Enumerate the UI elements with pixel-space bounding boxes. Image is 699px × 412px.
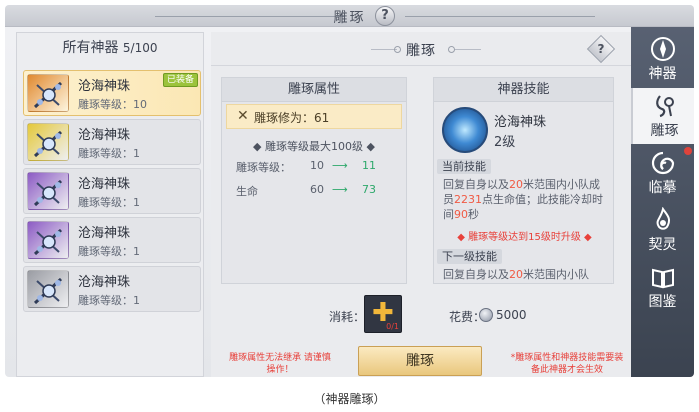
skill-card: 神器技能 沧海神珠 2级 当前技能 回复自身以及20米范围内小队成员2231点生…: [433, 77, 614, 284]
current-skill-label: 当前技能: [437, 159, 491, 174]
carve-icon: [652, 93, 678, 119]
artifact-name: 沧海神珠: [78, 226, 131, 241]
attribute-row-level: 雕琢等级： 10 ⟶ 11: [236, 159, 401, 175]
crossed-swords-icon: ✕: [237, 108, 249, 124]
current-skill-description: 回复自身以及20米范围内小队成员2231点生命值；此技能冷却时间90秒: [443, 178, 603, 221]
nav-tab[interactable]: 雕琢: [631, 88, 694, 144]
artifact-level: 雕琢等级：1: [78, 147, 140, 160]
warning-note-right: *雕琢属性和神器技能需要装备此神器才会生效: [510, 353, 624, 375]
nav-tab[interactable]: 临摹: [631, 145, 694, 201]
carve-button[interactable]: 雕琢: [358, 346, 482, 376]
book-icon: [650, 264, 676, 290]
warning-note-left: 雕琢属性无法继承 请谨慎操作！: [229, 353, 331, 375]
increase-arrow-icon: ⟶: [332, 183, 348, 196]
pearl-staff-icon: [33, 277, 63, 305]
silver-coin-icon: [479, 308, 493, 322]
cost-label: 消耗：: [329, 310, 366, 324]
pearl-staff-icon: [33, 130, 63, 158]
title-bar: 雕琢 ?: [5, 5, 694, 27]
increase-arrow-icon: ⟶: [332, 159, 348, 172]
artifact-list-item[interactable]: 沧海神珠雕琢等级：1: [23, 168, 201, 214]
artifact-thumbnail: [27, 74, 69, 112]
attribute-current-value: 60: [310, 183, 324, 196]
carve-panel-header: 雕琢 ?: [211, 32, 631, 66]
artifact-name: 沧海神珠: [78, 128, 131, 143]
artifact-level: 雕琢等级：1: [78, 294, 140, 307]
artifact-thumbnail: [27, 123, 69, 161]
artifact-icon: [650, 36, 676, 62]
nav-tab-label: 临摹: [648, 180, 677, 196]
artifact-level: 雕琢等级：1: [78, 245, 140, 258]
artifact-name: 沧海神珠: [78, 177, 131, 192]
skill-card-title: 神器技能: [434, 78, 613, 102]
attribute-next-value: 73: [362, 183, 376, 196]
side-nav: 神器雕琢临摹契灵图鉴: [631, 27, 694, 377]
nav-tab-label: 雕琢: [650, 123, 679, 139]
nav-tab-label: 神器: [648, 66, 677, 82]
carve-panel: 雕琢 ? 雕琢属性 ✕ 雕琢修为：61 ◆ 雕琢等级最大100级 ◆ 雕琢等级：…: [211, 32, 631, 377]
nav-tab-label: 契灵: [648, 237, 677, 253]
cultivation-row: ✕ 雕琢修为：61: [226, 104, 402, 129]
artifact-thumbnail: [27, 270, 69, 308]
artifact-level: 雕琢等级：10: [78, 98, 147, 111]
copy-swirl-icon: [650, 150, 676, 176]
artifact-level: 雕琢等级：1: [78, 196, 140, 209]
pearl-staff-icon: [33, 179, 63, 207]
equipped-badge: 已装备: [162, 73, 198, 87]
window-help-button[interactable]: ?: [375, 6, 395, 26]
image-caption: （神器雕琢）: [313, 392, 386, 406]
skill-level: 2级: [494, 135, 516, 150]
attribute-label: 生命: [236, 185, 258, 198]
max-level-note: ◆ 雕琢等级最大100级 ◆: [253, 140, 375, 153]
artifact-thumbnail: [27, 221, 69, 259]
carve-panel-title: 雕琢: [406, 43, 436, 59]
artifact-name: 沧海神珠: [78, 79, 131, 94]
spirit-flame-icon: [650, 206, 676, 233]
artifact-list-panel: 所有神器 5/100 沧海神珠 雕琢等级：10 已装备 沧海神珠 雕琢等级：1 沧海神珠雕…: [16, 32, 204, 377]
pearl-skill-icon[interactable]: [442, 107, 488, 153]
help-icon: ?: [597, 42, 605, 56]
attribute-next-value: 11: [362, 159, 376, 172]
next-skill-label: 下一级技能: [437, 249, 502, 264]
pearl-staff-icon: [33, 81, 63, 109]
game-window: 雕琢 ? 所有神器 5/100 沧海神珠 雕琢等级：10 已装备 沧海神珠 雕琢等级：1…: [5, 5, 694, 377]
artifact-list-item[interactable]: 沧海神珠雕琢等级：10 已装备: [23, 70, 201, 116]
nav-tab[interactable]: 契灵: [631, 202, 694, 258]
nav-tab[interactable]: 神器: [631, 31, 694, 87]
artifact-list-item[interactable]: 沧海神珠雕琢等级：1: [23, 217, 201, 263]
material-slot[interactable]: ✚ 0/1: [364, 295, 402, 333]
cultivation-value: 雕琢修为：61: [254, 111, 330, 125]
nav-tab-label: 图鉴: [648, 294, 677, 310]
skill-name: 沧海神珠: [494, 115, 547, 130]
attribute-row-hp: 生命 60 ⟶ 73: [236, 183, 401, 199]
skill-upgrade-note: ◆ 雕琢等级达到15级时升级 ◆: [457, 232, 592, 243]
artifact-thumbnail: [27, 172, 69, 210]
attribute-current-value: 10: [310, 159, 324, 172]
fee-value: 5000: [496, 308, 527, 322]
artifact-list-title: 所有神器: [62, 40, 119, 56]
artifact-list-count: 5/100: [122, 41, 158, 55]
window-title: 雕琢: [333, 10, 366, 26]
notification-dot: [684, 147, 692, 155]
artifact-list-item[interactable]: 沧海神珠雕琢等级：1: [23, 266, 201, 312]
attribute-label: 雕琢等级：: [236, 161, 291, 174]
attribute-card: 雕琢属性 ✕ 雕琢修为：61 ◆ 雕琢等级最大100级 ◆ 雕琢等级： 10 ⟶…: [221, 77, 407, 284]
artifact-list-header: 所有神器 5/100: [17, 33, 203, 64]
artifact-name: 沧海神珠: [78, 275, 131, 290]
material-quantity: 0/1: [386, 322, 399, 331]
artifact-list-item[interactable]: 沧海神珠雕琢等级：1: [23, 119, 201, 165]
pearl-staff-icon: [33, 228, 63, 256]
nav-tab[interactable]: 图鉴: [631, 259, 694, 315]
next-skill-description: 回复自身以及20米范围内小队: [443, 268, 589, 281]
attribute-card-title: 雕琢属性: [222, 78, 406, 102]
